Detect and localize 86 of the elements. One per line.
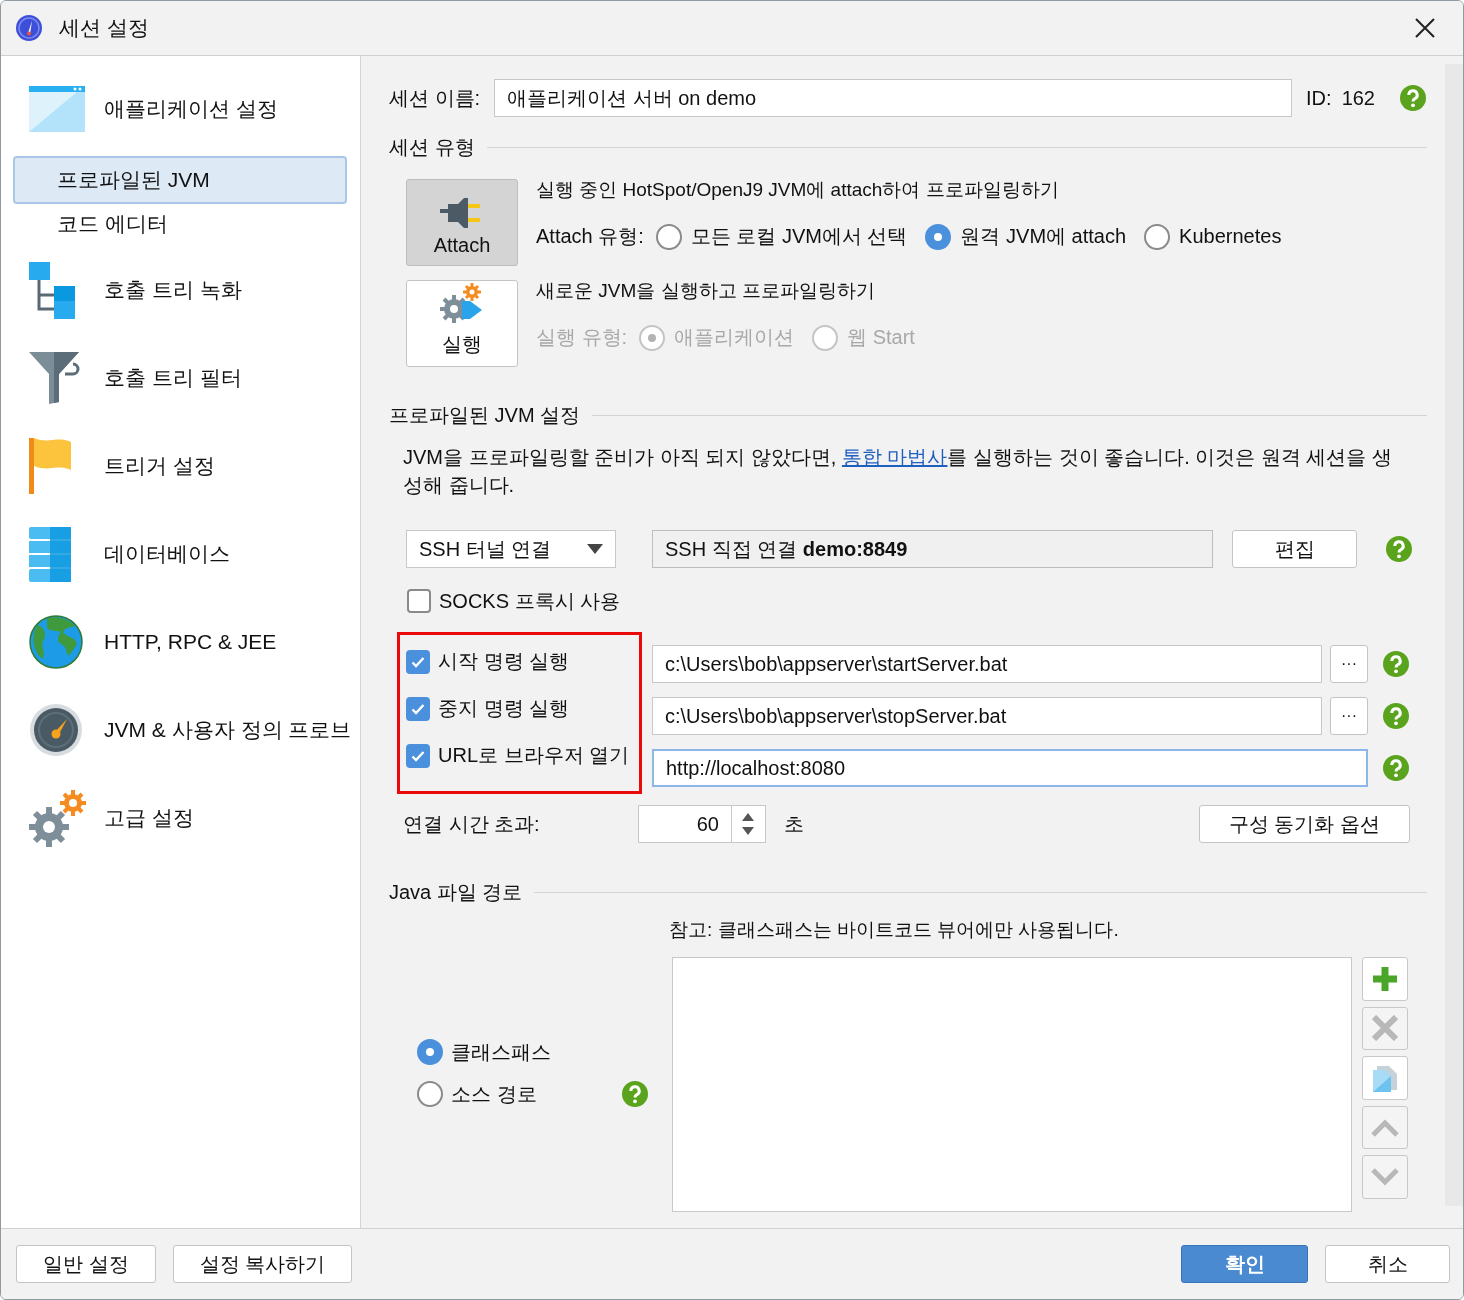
checkbox[interactable]: [406, 649, 430, 674]
checkbox-label: SOCKS 프록시 사용: [439, 588, 621, 614]
radio-label: 원격 JVM에 attach: [960, 224, 1127, 249]
radio-label: 웹 Start: [847, 325, 915, 350]
browse-button[interactable]: ···: [1330, 645, 1368, 683]
help-icon[interactable]: [1385, 535, 1413, 563]
checkbox-label: 중지 명령 실행: [438, 696, 570, 721]
info-paragraph: JVM을 프로파일링할 준비가 아직 되지 않았다면, 통합 마법사를 실행하는 것이 좋습니다. 이것은 원격 세션을 생성해 줍니다.: [403, 445, 1393, 498]
copy-button[interactable]: [1362, 1056, 1408, 1100]
radio-button[interactable]: [1144, 223, 1171, 250]
mode-description: 실행 중인 HotSpot/OpenJ9 JVM에 attach하여 프로파일링하기: [536, 178, 1060, 202]
help-icon[interactable]: [620, 1080, 649, 1108]
radio-label: Kubernetes: [1179, 225, 1282, 248]
ok-button[interactable]: 확인: [1181, 1245, 1308, 1283]
field-label: 세션 이름:: [389, 85, 481, 111]
sidebar-item[interactable]: 호출 트리 녹화: [1, 246, 346, 334]
chevron-up-icon: [1371, 1118, 1399, 1137]
scrollbar[interactable]: [1445, 64, 1463, 1206]
sidebar-item[interactable]: HTTP, RPC & JEE: [1, 598, 346, 686]
radio-button[interactable]: [417, 1081, 443, 1107]
help-icon[interactable]: [1382, 702, 1410, 730]
globe-icon: [29, 615, 83, 669]
radio-label: 모든 로컬 JVM에서 선택: [690, 224, 908, 249]
flag-icon: [29, 438, 73, 494]
section-heading: 세션 유형: [389, 134, 475, 160]
browse-button[interactable]: ···: [1330, 697, 1368, 735]
radio-label: 클래스패스: [451, 1039, 551, 1065]
document-icon: [1371, 1064, 1399, 1092]
footer-button[interactable]: 설정 복사하기: [172, 1245, 353, 1283]
sidebar-item[interactable]: 호출 트리 필터: [1, 334, 346, 422]
radio-button[interactable]: [417, 1039, 443, 1065]
chevron-down-icon: [1371, 1168, 1399, 1187]
sidebar-item[interactable]: 코드 에디터: [15, 202, 345, 246]
radio-button[interactable]: [925, 223, 952, 250]
window-icon: [29, 86, 85, 132]
edit-button[interactable]: 편집: [1232, 530, 1357, 568]
x-icon: [1372, 1015, 1398, 1042]
close-icon: [1415, 18, 1435, 38]
gauge-icon: [29, 703, 83, 757]
command-field[interactable]: c:\Users\bob\appserver\stopServer.bat: [652, 697, 1322, 735]
connection-type-dropdown[interactable]: SSH 터널 연결: [406, 530, 616, 568]
gears-arrow-icon: [440, 283, 484, 325]
sidebar-item[interactable]: 트리거 설정: [1, 422, 346, 510]
section-heading: Java 파일 경로: [389, 879, 523, 905]
checkbox[interactable]: [407, 589, 431, 613]
connection-field: SSH 직접 연결 demo:8849: [652, 530, 1213, 568]
help-icon[interactable]: [1399, 84, 1427, 112]
gears-icon: [29, 789, 87, 847]
add-button[interactable]: [1362, 957, 1408, 1001]
radio-label: 소스 경로: [451, 1081, 537, 1107]
wizard-link[interactable]: 통합 마법사: [841, 446, 948, 468]
section-heading: 프로파일된 JVM 설정: [389, 402, 581, 428]
tree-icon: [29, 261, 75, 319]
radio-label: 애플리케이션: [674, 325, 795, 350]
sidebar-item[interactable]: 고급 설정: [1, 774, 346, 862]
help-icon[interactable]: [1382, 754, 1410, 782]
id-value: 162: [1341, 86, 1375, 110]
window-title: 세션 설정: [59, 15, 150, 41]
checkbox[interactable]: [406, 743, 430, 768]
id-label: ID:: [1306, 86, 1332, 110]
footer-button[interactable]: 일반 설정: [16, 1245, 156, 1283]
sidebar-item[interactable]: 데이터베이스: [1, 510, 346, 598]
checkbox-label: 시작 명령 실행: [438, 649, 570, 674]
session-name-field[interactable]: 애플리케이션 서버 on demo: [494, 79, 1293, 117]
radio-button[interactable]: [655, 223, 682, 250]
checkbox[interactable]: [406, 696, 430, 721]
type-label: Attach 유형:: [536, 224, 644, 249]
plus-icon: [1372, 965, 1398, 992]
sidebar-item[interactable]: 프로파일된 JVM: [15, 158, 345, 202]
type-label: 실행 유형:: [536, 325, 628, 350]
help-icon[interactable]: [1382, 650, 1410, 678]
timeout-spinner[interactable]: 60: [638, 805, 766, 843]
app-icon: [15, 14, 43, 42]
command-field[interactable]: c:\Users\bob\appserver\startServer.bat: [652, 645, 1322, 683]
command-field[interactable]: http://localhost:8080: [652, 749, 1368, 787]
cancel-button[interactable]: 취소: [1325, 1245, 1450, 1283]
mode-button[interactable]: Attach: [406, 179, 518, 266]
checkbox-label: URL로 브라우저 열기: [438, 743, 630, 768]
database-icon: [29, 526, 71, 582]
sidebar-item[interactable]: 애플리케이션 설정: [1, 81, 346, 137]
mode-description: 새로운 JVM을 실행하고 프로파일링하기: [536, 279, 876, 303]
unit-label: 초: [784, 811, 805, 837]
note-text: 참고: 클래스패스는 바이트코드 뷰어에만 사용됩니다.: [669, 918, 1120, 942]
sync-options-button[interactable]: 구성 동기화 옵션: [1199, 805, 1410, 843]
field-label: 연결 시간 초과:: [403, 811, 541, 837]
caret-icon: [587, 544, 603, 554]
